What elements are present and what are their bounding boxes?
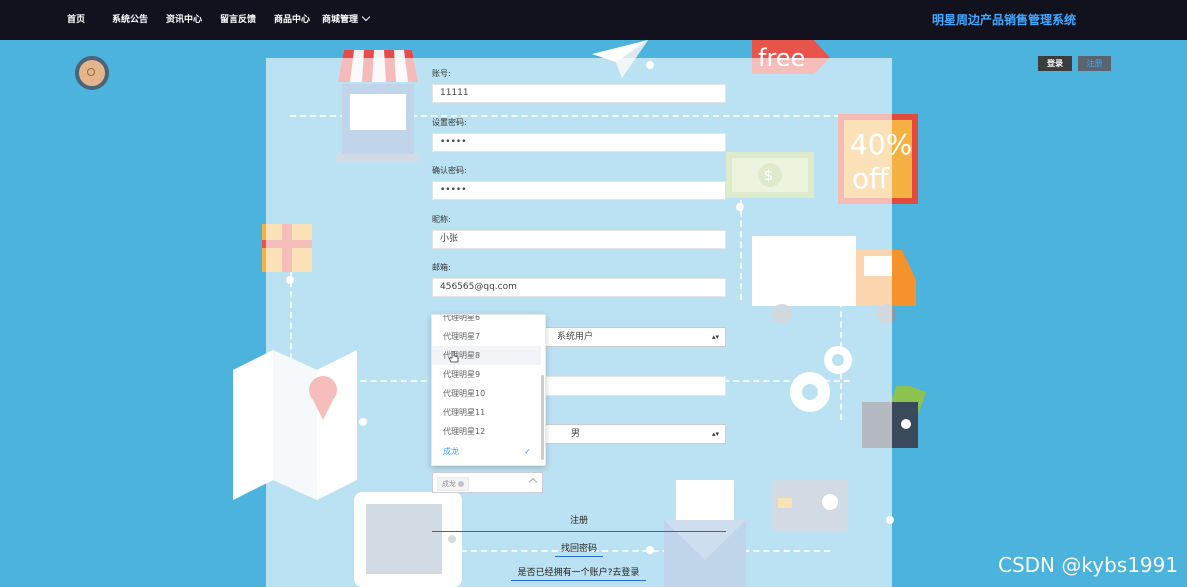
- gender-value: 男: [571, 429, 581, 439]
- top-navbar: 首页 系统公告 资讯中心 留言反馈 商品中心 商城管理 明星周边产品销售管理系统: [0, 0, 1187, 40]
- tag-close-icon[interactable]: [458, 481, 464, 487]
- selected-tag-label: 成龙: [442, 480, 456, 488]
- watermark: CSDN @kybs1991: [998, 553, 1179, 577]
- dropdown-option[interactable]: 代理明星9: [432, 365, 541, 384]
- dropdown-option[interactable]: 代理明星12: [432, 422, 541, 441]
- dropdown-option-selected[interactable]: 成龙 ✓: [432, 442, 541, 461]
- user-type-select[interactable]: 系统用户 ▴▾: [544, 327, 726, 347]
- dropdown-scrollbar[interactable]: [541, 375, 544, 460]
- check-icon: ✓: [524, 447, 531, 456]
- dropdown-option[interactable]: 代理明星11: [432, 403, 541, 422]
- password-label: 设置密码:: [432, 118, 467, 127]
- confirm-password-input[interactable]: •••••: [432, 181, 726, 200]
- nav-item-feedback[interactable]: 留言反馈: [220, 12, 256, 25]
- search-icon: [87, 68, 95, 76]
- site-title: 明星周边产品销售管理系统: [932, 13, 1077, 27]
- select-arrows-icon: ▴▾: [711, 333, 719, 341]
- nav-item-products[interactable]: 商品中心: [274, 12, 310, 25]
- nickname-input[interactable]: 小张: [432, 230, 726, 249]
- find-password-link[interactable]: 找回密码: [555, 541, 603, 557]
- selected-tag: 成龙: [437, 477, 469, 491]
- submit-register-button[interactable]: 注册: [432, 513, 726, 532]
- star-multiselect[interactable]: 成龙: [432, 472, 543, 493]
- go-login-link[interactable]: 是否已经拥有一个账户?去登录: [511, 565, 646, 581]
- confirm-password-label: 确认密码:: [432, 166, 467, 175]
- nav-dropdown-label: 商城管理: [322, 15, 359, 25]
- chevron-down-icon: [361, 12, 371, 22]
- gender-select[interactable]: 男 ▴▾: [544, 424, 726, 444]
- user-type-value: 系统用户: [557, 332, 594, 342]
- nav-item-announcements[interactable]: 系统公告: [112, 12, 148, 25]
- dropdown-option[interactable]: 代理明星10: [432, 384, 541, 403]
- password-input[interactable]: •••••: [432, 133, 726, 152]
- avatar[interactable]: [75, 56, 109, 90]
- select-arrows-icon: ▴▾: [711, 430, 719, 438]
- nav-item-home[interactable]: 首页: [67, 12, 85, 25]
- nav-item-news[interactable]: 资讯中心: [166, 12, 202, 25]
- register-button[interactable]: 注册: [1078, 56, 1111, 71]
- dropdown-option-label: 成龙: [443, 447, 459, 456]
- chevron-up-icon: [528, 477, 538, 487]
- nickname-label: 昵称:: [432, 215, 451, 224]
- dropdown-option[interactable]: 代理明星7: [432, 327, 541, 346]
- account-input[interactable]: 11111: [432, 84, 726, 103]
- hand-cursor-icon: [449, 351, 459, 363]
- star-select-dropdown: 代理明星6 代理明星7 代理明星8 代理明星9 代理明星10 代理明星11 代理…: [431, 314, 546, 466]
- dropdown-option[interactable]: 代理明星6: [432, 315, 541, 327]
- account-label: 账号:: [432, 69, 451, 78]
- nav-item-mall-management[interactable]: 商城管理: [322, 12, 371, 25]
- login-button[interactable]: 登录: [1038, 56, 1072, 71]
- text-input[interactable]: [544, 376, 726, 396]
- email-input[interactable]: 456565@qq.com: [432, 278, 726, 297]
- email-label: 邮箱:: [432, 263, 451, 272]
